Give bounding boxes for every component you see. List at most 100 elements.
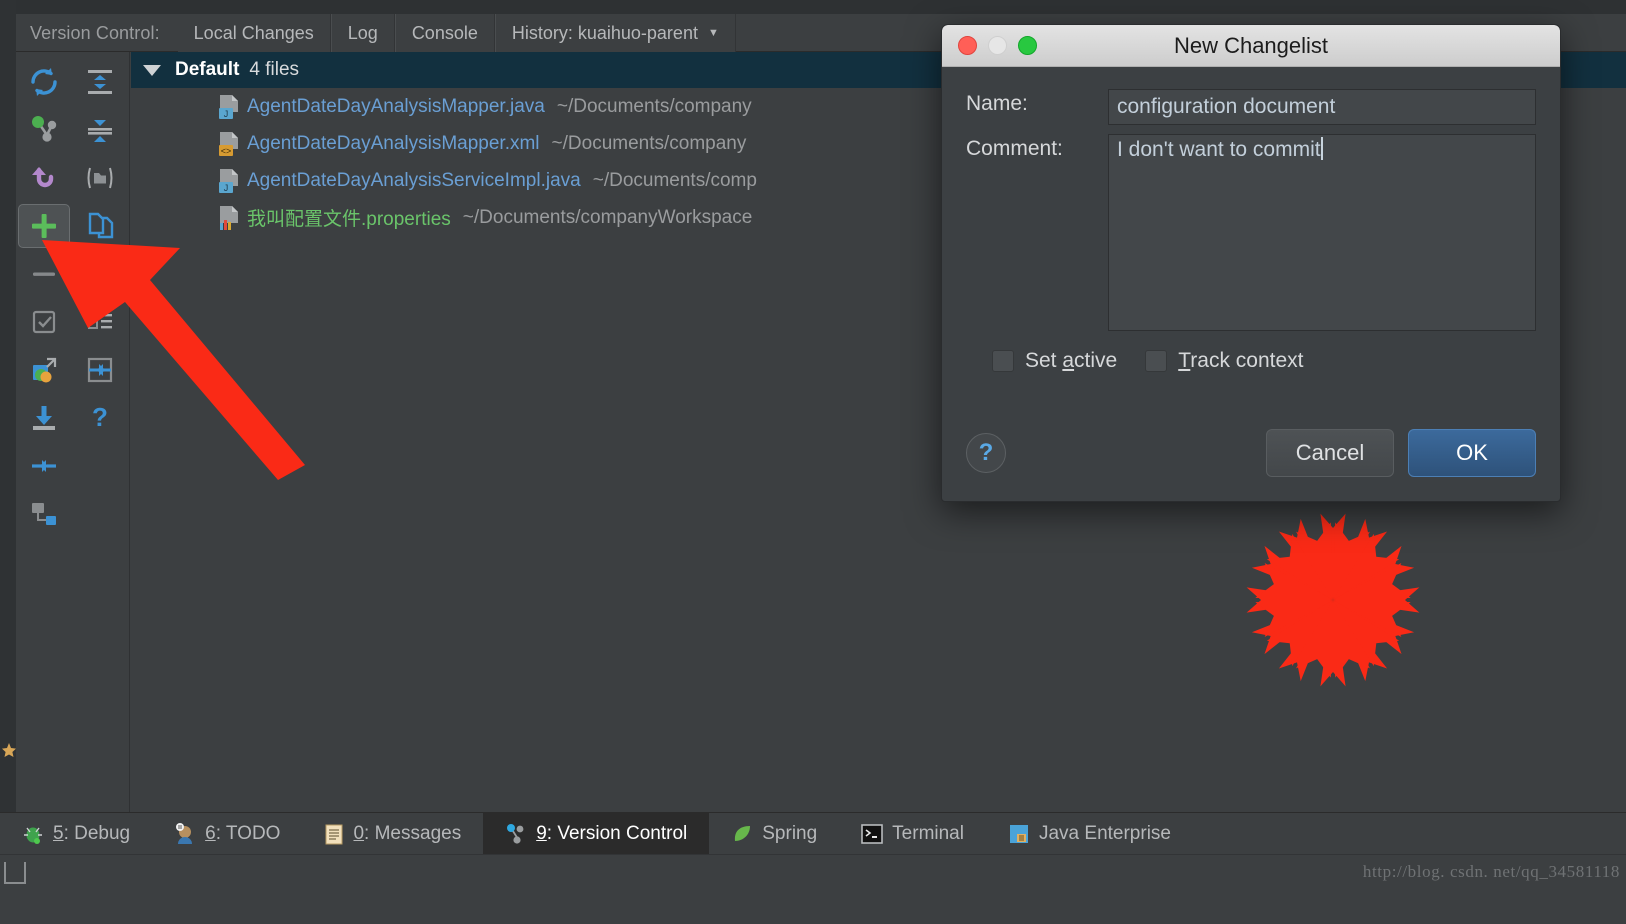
status-bar-item-debug[interactable]: 5 : Debug: [0, 813, 152, 855]
group-by-repository-icon[interactable]: [16, 490, 72, 538]
file-name: AgentDateDayAnalysisMapper.java: [247, 95, 545, 117]
spring-icon: [731, 823, 753, 845]
window-chrome-top: [0, 0, 1626, 14]
new-changelist-dialog: New Changelist Name: configuration docum…: [941, 24, 1561, 502]
svg-text:J: J: [224, 183, 229, 193]
name-label: Name:: [966, 92, 1028, 115]
status-bar: 5 : Debug 6 : TODO 0: Messages 9: Vers…: [0, 812, 1626, 855]
text-caret: [1320, 137, 1323, 160]
status-bar-item-todo-label: : TODO: [215, 822, 281, 844]
help-icon[interactable]: ?: [72, 394, 128, 442]
set-active-changelist-icon[interactable]: [72, 250, 128, 298]
set-active-label: Set active: [1025, 349, 1117, 373]
status-bar-version-control-number: 9: [536, 822, 547, 844]
terminal-icon: [861, 823, 883, 844]
comment-input[interactable]: I don't want to commit: [1108, 134, 1536, 331]
dialog-title: New Changelist: [1173, 32, 1329, 58]
tab-history[interactable]: History: kuaihuo-parent ▼: [494, 14, 736, 52]
changelist-file-count: 4 files: [249, 59, 300, 80]
track-context-label: Track context: [1178, 349, 1303, 373]
status-bar-todo-number: 6: [205, 822, 216, 844]
svg-text:?: ?: [92, 402, 108, 432]
set-active-checkbox[interactable]: [992, 350, 1014, 372]
status-bar-item-version-control-label: : Version Control: [546, 822, 688, 844]
comment-input-value: I don't want to commit: [1117, 138, 1321, 161]
edit-changelist-icon[interactable]: [16, 298, 72, 346]
status-bar-item-messages[interactable]: 0 : Messages: [302, 813, 483, 855]
file-path: ~/Documents/company: [556, 95, 752, 117]
delete-changelist-icon[interactable]: [16, 250, 72, 298]
track-context-checkbox[interactable]: [1145, 350, 1168, 372]
java-enterprise-icon: [1008, 823, 1030, 845]
expand-all-icon[interactable]: [72, 58, 128, 106]
sidebar-vertical-label[interactable]: Favorites: [0, 560, 16, 810]
name-row: Name: configuration document: [966, 89, 1536, 125]
file-name: 我叫配置文件.properties: [247, 209, 451, 230]
collapse-selection-icon[interactable]: [16, 442, 72, 490]
expander-triangle-icon[interactable]: [143, 64, 161, 76]
show-diff-icon[interactable]: [16, 346, 72, 394]
messages-icon: [324, 823, 344, 845]
window-resize-corner-icon[interactable]: [4, 862, 26, 884]
rollback-icon[interactable]: [16, 154, 72, 202]
refresh-icon[interactable]: [16, 58, 72, 106]
status-bar-item-debug-num: 5: [53, 823, 64, 845]
chevron-down-icon[interactable]: ▼: [708, 27, 719, 39]
revert-selection-icon[interactable]: [72, 346, 128, 394]
file-name: AgentDateDayAnalysisServiceImpl.java: [247, 169, 581, 191]
status-bar-item-messages-num: 0: [353, 823, 364, 845]
file-path: ~/Documents/companyWorkspace: [462, 206, 753, 228]
collapse-all-icon[interactable]: [72, 106, 128, 154]
status-bar-item-debug-label: : Debug: [63, 822, 131, 844]
cancel-button[interactable]: Cancel: [1266, 429, 1394, 477]
group-by-module-icon[interactable]: [72, 442, 128, 490]
status-bar-item-todo-num: 6: [205, 823, 216, 845]
changes-toolbar: ?: [16, 52, 130, 812]
file-name: AgentDateDayAnalysisMapper.xml: [247, 132, 540, 154]
xml-file-icon: <>: [219, 131, 238, 156]
track-context-label-post: rack context: [1190, 349, 1304, 372]
java-file-icon: J: [219, 168, 238, 193]
comment-label: Comment:: [966, 137, 1063, 160]
rail-empty-slot: [72, 490, 128, 538]
move-to-another-changelist-icon[interactable]: [72, 202, 128, 250]
watermark-text: http://blog. csdn. net/qq_34581118: [1362, 862, 1620, 881]
ok-button[interactable]: OK: [1408, 429, 1536, 477]
status-bar-item-terminal[interactable]: Terminal: [839, 813, 986, 855]
svg-text:J: J: [224, 109, 229, 119]
update-project-icon[interactable]: [16, 394, 72, 442]
tab-local-changes[interactable]: Local Changes: [177, 14, 331, 52]
version-control-icon: [505, 823, 527, 845]
tab-console-label: Console: [411, 22, 478, 43]
tool-window-title: Version Control:: [30, 22, 160, 43]
tab-log-label: Log: [347, 22, 378, 43]
group-by-directory-icon[interactable]: [72, 154, 128, 202]
help-icon[interactable]: ?: [966, 433, 1006, 473]
set-active-label-mnemonic: a: [1062, 349, 1075, 372]
show-changelist-details-icon[interactable]: [72, 298, 128, 346]
dialog-footer: ? Cancel OK: [942, 405, 1560, 501]
new-changelist-icon[interactable]: [18, 204, 70, 248]
debug-icon: [22, 823, 44, 845]
status-bar-item-spring[interactable]: Spring: [709, 813, 839, 855]
status-bar-item-java-enterprise-label: Java Enterprise: [1038, 822, 1171, 844]
name-input[interactable]: configuration document: [1108, 89, 1536, 125]
shelve-changes-icon[interactable]: [16, 106, 72, 154]
tab-history-label: History: kuaihuo-parent: [511, 22, 698, 43]
tab-console[interactable]: Console: [394, 14, 495, 52]
dialog-titlebar: New Changelist: [942, 25, 1560, 67]
status-bar-item-version-control[interactable]: 9 : Version Control: [483, 812, 710, 855]
checkbox-row: Set active Track context: [966, 349, 1536, 373]
comment-row: Comment: I don't want to commit: [966, 134, 1536, 331]
status-bar-item-version-control-num: 9: [536, 823, 547, 845]
file-path: ~/Documents/company: [551, 132, 747, 154]
java-file-icon: J: [219, 94, 238, 119]
sidebar-vertical-label-text: Favorites: [14, 730, 16, 800]
svg-text:<>: <>: [221, 146, 232, 156]
set-active-label-pre: Set: [1025, 349, 1063, 372]
tab-log[interactable]: Log: [330, 14, 395, 52]
status-bar-item-todo[interactable]: 6 : TODO: [152, 813, 302, 855]
properties-file-icon: [220, 205, 238, 230]
set-active-label-post: ctive: [1074, 349, 1118, 372]
status-bar-item-java-enterprise[interactable]: Java Enterprise: [986, 813, 1193, 855]
